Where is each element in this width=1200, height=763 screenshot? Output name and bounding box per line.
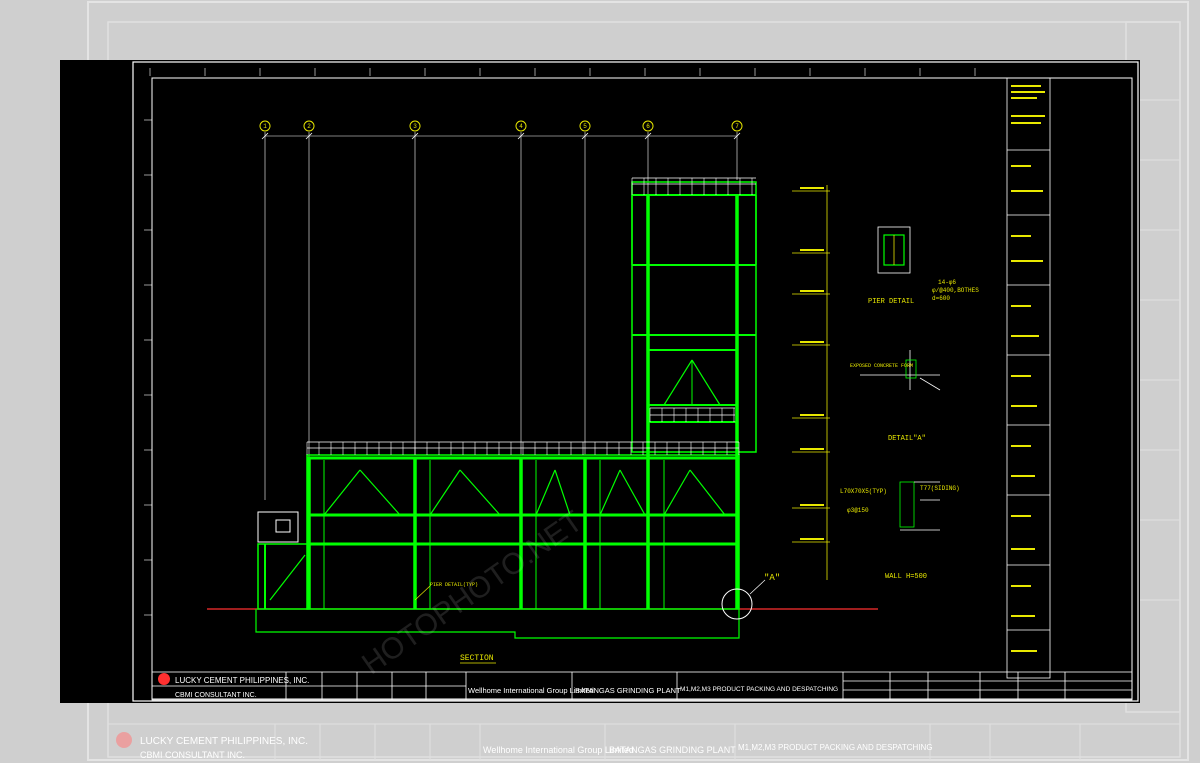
title-block-drawing-title: M1,M2,M3 PRODUCT PACKING AND DESPATCHING (680, 686, 838, 693)
grid-label-3: 3 (413, 123, 417, 130)
cad-drawing-viewport: 1 2 3 4 5 6 7 "A" PIER DETAIL(TYP) SECTI… (60, 60, 1140, 703)
roof-handrail (307, 177, 756, 449)
grid-label-6: 6 (646, 123, 650, 130)
grid-label-2: 2 (307, 123, 311, 130)
grid-label-1: 1 (263, 123, 267, 130)
annex-window (275, 519, 291, 533)
top-ruler (149, 68, 976, 76)
bg-company: LUCKY CEMENT PHILIPPINES, INC. (140, 736, 308, 747)
stirrup-note: φ/@400,BOTHES (932, 287, 979, 294)
angle-note: L70X70X5(TYP) (840, 488, 887, 495)
detail-a-drawing (860, 350, 941, 391)
bg-project: BATANGAS GRINDING PLANT (609, 745, 736, 755)
title-block-consultant: CBMI CONSULTANT INC. (175, 692, 257, 699)
section-title: SECTION (460, 654, 494, 663)
pier-detail-drawing (877, 226, 911, 274)
pier-detail-title: PIER DETAIL (868, 298, 914, 306)
bg-consultant: CBMI CONSULTANT INC. (140, 750, 245, 760)
elevation-markers (792, 185, 830, 580)
d-note: d=600 (932, 295, 950, 302)
detail-a-marker: "A" (764, 573, 780, 583)
annex-room (257, 511, 299, 543)
cad-canvas: 1 2 3 4 5 6 7 "A" PIER DETAIL(TYP) SECTI… (132, 61, 1139, 702)
pier-detail-leader (414, 585, 431, 601)
detail-a-title: DETAIL"A" (888, 435, 926, 443)
rebar-note: 14-φ6 (938, 279, 956, 286)
grid-label-5: 5 (583, 123, 587, 130)
company-logo-icon (158, 673, 170, 685)
detail-a-leader (749, 579, 766, 595)
outer-border (132, 61, 1139, 702)
title-block-company: LUCKY CEMENT PHILIPPINES, INC. (175, 676, 309, 685)
siding-note: T77(SIDING) (920, 485, 960, 492)
grid-label-7: 7 (735, 123, 739, 130)
grid-label-4: 4 (519, 123, 523, 130)
handrail-posts (306, 178, 753, 455)
grid-bubbles (259, 120, 743, 132)
inner-border (151, 77, 1133, 700)
exposed-concrete-note: EXPOSED CONCRETE FORM (850, 363, 913, 369)
bg-drawing-title: M1,M2,M3 PRODUCT PACKING AND DESPATCHING (738, 743, 933, 752)
revision-column (1006, 77, 1051, 679)
elevation-labels (800, 187, 824, 540)
grid-lines (264, 132, 738, 500)
left-ruler (144, 119, 152, 616)
revision-column-text-stubs (1011, 85, 1045, 652)
title-block-project: BATANGAS GRINDING PLANT (575, 686, 681, 695)
bolt-note: φ3@150 (847, 507, 869, 514)
wall-note: WALL H=500 (885, 573, 927, 581)
